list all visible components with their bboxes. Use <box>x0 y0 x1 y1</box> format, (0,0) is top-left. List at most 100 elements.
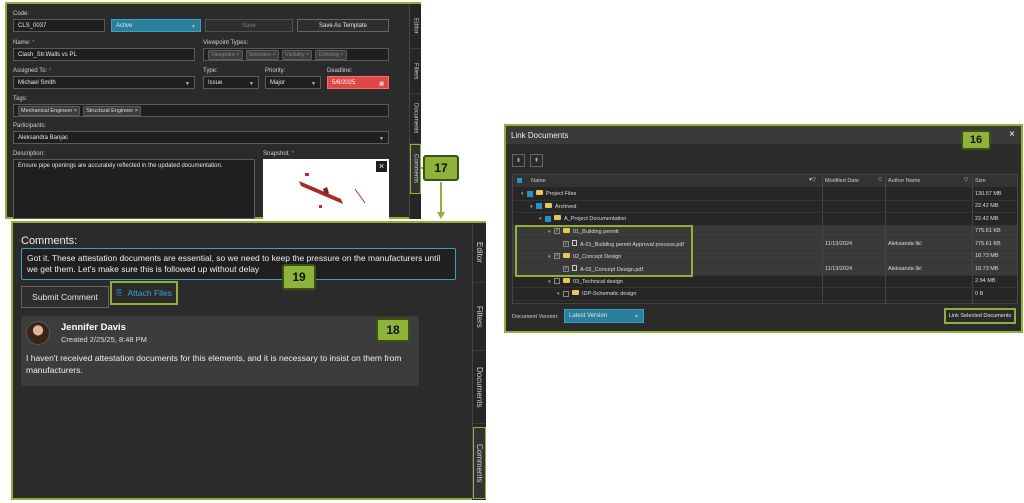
table-row[interactable]: ▾ Archived 22.42 MB <box>513 201 1017 213</box>
row-checkbox[interactable]: ✓ <box>554 253 560 260</box>
row-name: Project Files <box>546 191 577 198</box>
row-size: 775.61 KB <box>975 228 1001 235</box>
filter-icon[interactable]: ▽ <box>878 177 882 183</box>
comment-author: Jennifer Davis <box>61 322 126 333</box>
link-documents-dialog: Link Documents × ⇟ ⇞ Name ▾▽ Modified Da… <box>504 124 1023 333</box>
row-name: A-01_Building permit Approval process.pd… <box>580 241 684 248</box>
close-icon[interactable]: × <box>1009 129 1015 140</box>
table-row[interactable]: ▾ A_Project Documentation 22.42 MB <box>513 213 1017 226</box>
row-checkbox[interactable] <box>536 203 542 210</box>
row-size: 0 B <box>975 290 984 297</box>
row-size: 130.57 MB <box>975 190 1002 197</box>
badge-19: 19 <box>282 264 316 290</box>
comment-input[interactable]: Got it. These attestation documents are … <box>21 248 456 280</box>
row-size: 18.73 MB <box>975 265 999 272</box>
row-checkbox[interactable] <box>527 190 533 197</box>
name-cell: ✓ A-02_Concept Design.pdf <box>557 264 643 273</box>
row-name: 03_Technical design <box>573 278 623 285</box>
row-name: IDP-Schematic design <box>582 291 637 298</box>
expand-all-button[interactable]: ⇟ <box>512 154 525 167</box>
comment-text: I haven't received attestation documents… <box>26 353 402 375</box>
submit-comment-button[interactable]: Submit Comment <box>21 286 109 308</box>
row-author: Aleksanda Ilić <box>888 240 922 247</box>
header-size[interactable]: Size <box>975 178 986 184</box>
row-name: A_Project Documentation <box>564 216 627 223</box>
folder-icon <box>554 215 561 221</box>
comments-side-tabs: Editor Filters Documents Comments <box>472 223 486 500</box>
col-divider <box>972 175 973 305</box>
folder-icon <box>545 202 552 208</box>
document-version-label: Document Version: <box>512 314 559 320</box>
header-name[interactable]: Name <box>531 178 546 184</box>
badge-17: 17 <box>423 155 459 181</box>
name-cell: ▾ IDP-Schematic design <box>557 290 636 297</box>
file-icon <box>572 264 577 271</box>
document-version-dropdown[interactable]: Latest Version ▼ <box>564 309 644 323</box>
name-cell: ▾ 03_Technical design <box>548 277 623 285</box>
header-checkbox[interactable] <box>517 178 522 183</box>
name-cell: ▾ ✓ 01_Building permit <box>548 227 619 235</box>
table-row[interactable]: ✓ A-01_Building permit Approval process.p… <box>513 238 1017 251</box>
dialog-titlebar <box>506 126 1021 144</box>
row-modified: 11/13/2024 <box>825 265 853 272</box>
row-checkbox[interactable] <box>563 290 569 297</box>
folder-icon <box>572 290 579 296</box>
row-name: 02_Concept Design <box>573 253 622 260</box>
dialog-title: Link Documents <box>511 131 569 140</box>
folder-icon <box>563 252 570 258</box>
row-name: A-02_Concept Design.pdf <box>580 266 643 273</box>
table-row[interactable]: ▾ 03_Technical design 2.94 MB <box>513 276 1017 288</box>
badge-18: 18 <box>376 318 410 342</box>
row-size: 775.61 KB <box>975 240 1001 247</box>
file-icon <box>572 239 577 246</box>
chevron-down-icon: ▼ <box>634 314 639 320</box>
document-table: Name ▾▽ Modified Date ▽ Author Name ▽ Si… <box>512 174 1018 305</box>
row-checkbox[interactable]: ✓ <box>563 241 569 248</box>
folder-icon <box>563 227 570 233</box>
name-cell: ▾ A_Project Documentation <box>539 215 626 222</box>
row-checkbox[interactable]: ✓ <box>554 228 560 235</box>
name-cell: ▾ ✓ 02_Concept Design <box>548 252 622 260</box>
table-header: Name ▾▽ Modified Date ▽ Author Name ▽ Si… <box>513 175 1017 187</box>
header-author[interactable]: Author Name <box>888 178 920 184</box>
filter-icon[interactable]: ▾▽ <box>809 177 816 183</box>
folder-icon <box>563 277 570 283</box>
col-divider <box>885 175 886 305</box>
comment-card: Jennifer Davis Created 2/25/25, 8:48 PM … <box>21 316 419 386</box>
badge-16: 16 <box>961 130 991 150</box>
link-selected-documents-button[interactable]: Link Selected Documents <box>944 308 1016 324</box>
table-row[interactable]: ✓ A-02_Concept Design.pdf 11/13/2024 Aleksa… <box>513 263 1017 276</box>
row-size: 2.94 MB <box>975 278 996 285</box>
table-row[interactable]: ▾ Project Files 130.57 MB <box>513 188 1017 201</box>
row-checkbox[interactable] <box>545 215 551 222</box>
name-cell: ▾ Project Files <box>521 190 576 197</box>
name-cell: ▾ Archived <box>530 202 577 210</box>
attach-files-button[interactable]: ⎘ Attach Files <box>110 281 178 305</box>
row-size: 22.42 MB <box>975 215 999 222</box>
name-cell: ✓ A-01_Building permit Approval process.p… <box>557 239 684 248</box>
row-size: 18.73 MB <box>975 253 999 260</box>
table-row[interactable]: ▾ ✓ 01_Building permit 775.61 KB <box>513 225 1017 238</box>
header-modified[interactable]: Modified Date <box>825 178 859 184</box>
collapse-all-button[interactable]: ⇞ <box>530 154 543 167</box>
row-checkbox[interactable]: ✓ <box>563 266 569 273</box>
tab-comments[interactable]: Comments <box>473 427 486 499</box>
paperclip-icon: ⎘ <box>116 288 123 297</box>
comments-title: Comments: <box>21 235 78 247</box>
filter-icon[interactable]: ▽ <box>964 177 968 183</box>
comments-panel: Comments: Got it. These attestation docu… <box>11 221 486 500</box>
tab-editor[interactable]: Editor <box>473 223 486 283</box>
tab-filters[interactable]: Filters <box>473 283 486 351</box>
row-modified: 11/13/2024 <box>825 240 853 247</box>
table-row[interactable]: ▾ ✓ 02_Concept Design 18.73 MB <box>513 250 1017 263</box>
col-divider <box>822 175 823 305</box>
comment-created: Created 2/25/25, 8:48 PM <box>61 335 147 344</box>
row-author: Aleksanda Ilić <box>888 265 922 272</box>
tab-documents[interactable]: Documents <box>473 351 486 424</box>
folder-icon <box>536 190 543 196</box>
table-row[interactable]: ▾ IDP-Schematic design 0 B <box>513 288 1017 301</box>
row-name: 01_Building permit <box>573 228 619 235</box>
row-name: Archived <box>555 203 577 210</box>
row-checkbox[interactable] <box>554 278 560 285</box>
avatar <box>26 321 50 345</box>
